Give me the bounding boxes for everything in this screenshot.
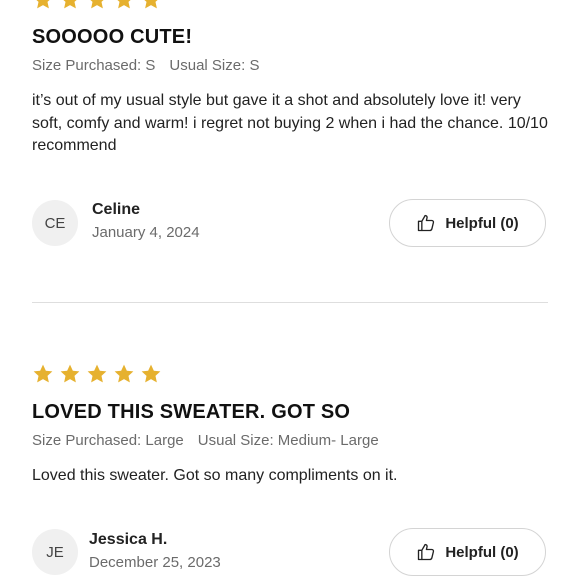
size-purchased: Size Purchased: S	[32, 57, 156, 74]
review-date: December 25, 2023	[89, 554, 221, 571]
star-icon	[141, 364, 161, 383]
star-icon	[117, 0, 131, 9]
star-icon	[36, 0, 50, 9]
review-title: LOVED THIS SWEATER. GOT SO	[32, 401, 351, 423]
review-date: January 4, 2024	[92, 224, 200, 241]
helpful-label: Helpful (0)	[445, 214, 519, 232]
thumbs-up-icon	[418, 543, 435, 561]
star-icon	[33, 364, 53, 383]
thumbs-up-icon	[418, 214, 435, 232]
avatar: CE	[32, 200, 78, 246]
size-purchased: Size Purchased: Large	[32, 432, 184, 449]
review-divider	[32, 302, 548, 303]
star-icon	[87, 364, 107, 383]
review-body: Loved this sweater. Got so many complime…	[32, 467, 398, 484]
star-icon	[114, 364, 134, 383]
reviewer-name: Jessica H.	[89, 531, 168, 548]
review-sizes: Size Purchased: Large Usual Size: Medium-…	[32, 432, 379, 449]
star-icon	[90, 0, 104, 9]
review-sizes: Size Purchased: S Usual Size: S	[32, 57, 259, 74]
reviewer-name: Celine	[92, 201, 141, 218]
usual-size: Usual Size: Medium- Large	[197, 432, 379, 449]
star-rating	[32, 0, 162, 11]
star-icon	[144, 0, 158, 9]
avatar: JE	[32, 529, 78, 575]
helpful-label: Helpful (0)	[445, 543, 519, 561]
review-body: it’s out of my usual style but gave it a…	[32, 92, 548, 154]
usual-size: Usual Size: S	[169, 57, 260, 74]
review-title: SOOOOO CUTE!	[32, 26, 193, 48]
helpful-button[interactable]: Helpful (0)	[389, 528, 546, 576]
helpful-button[interactable]: Helpful (0)	[389, 199, 546, 247]
star-icon	[63, 0, 77, 9]
star-icon	[60, 364, 80, 383]
star-rating	[32, 363, 162, 385]
